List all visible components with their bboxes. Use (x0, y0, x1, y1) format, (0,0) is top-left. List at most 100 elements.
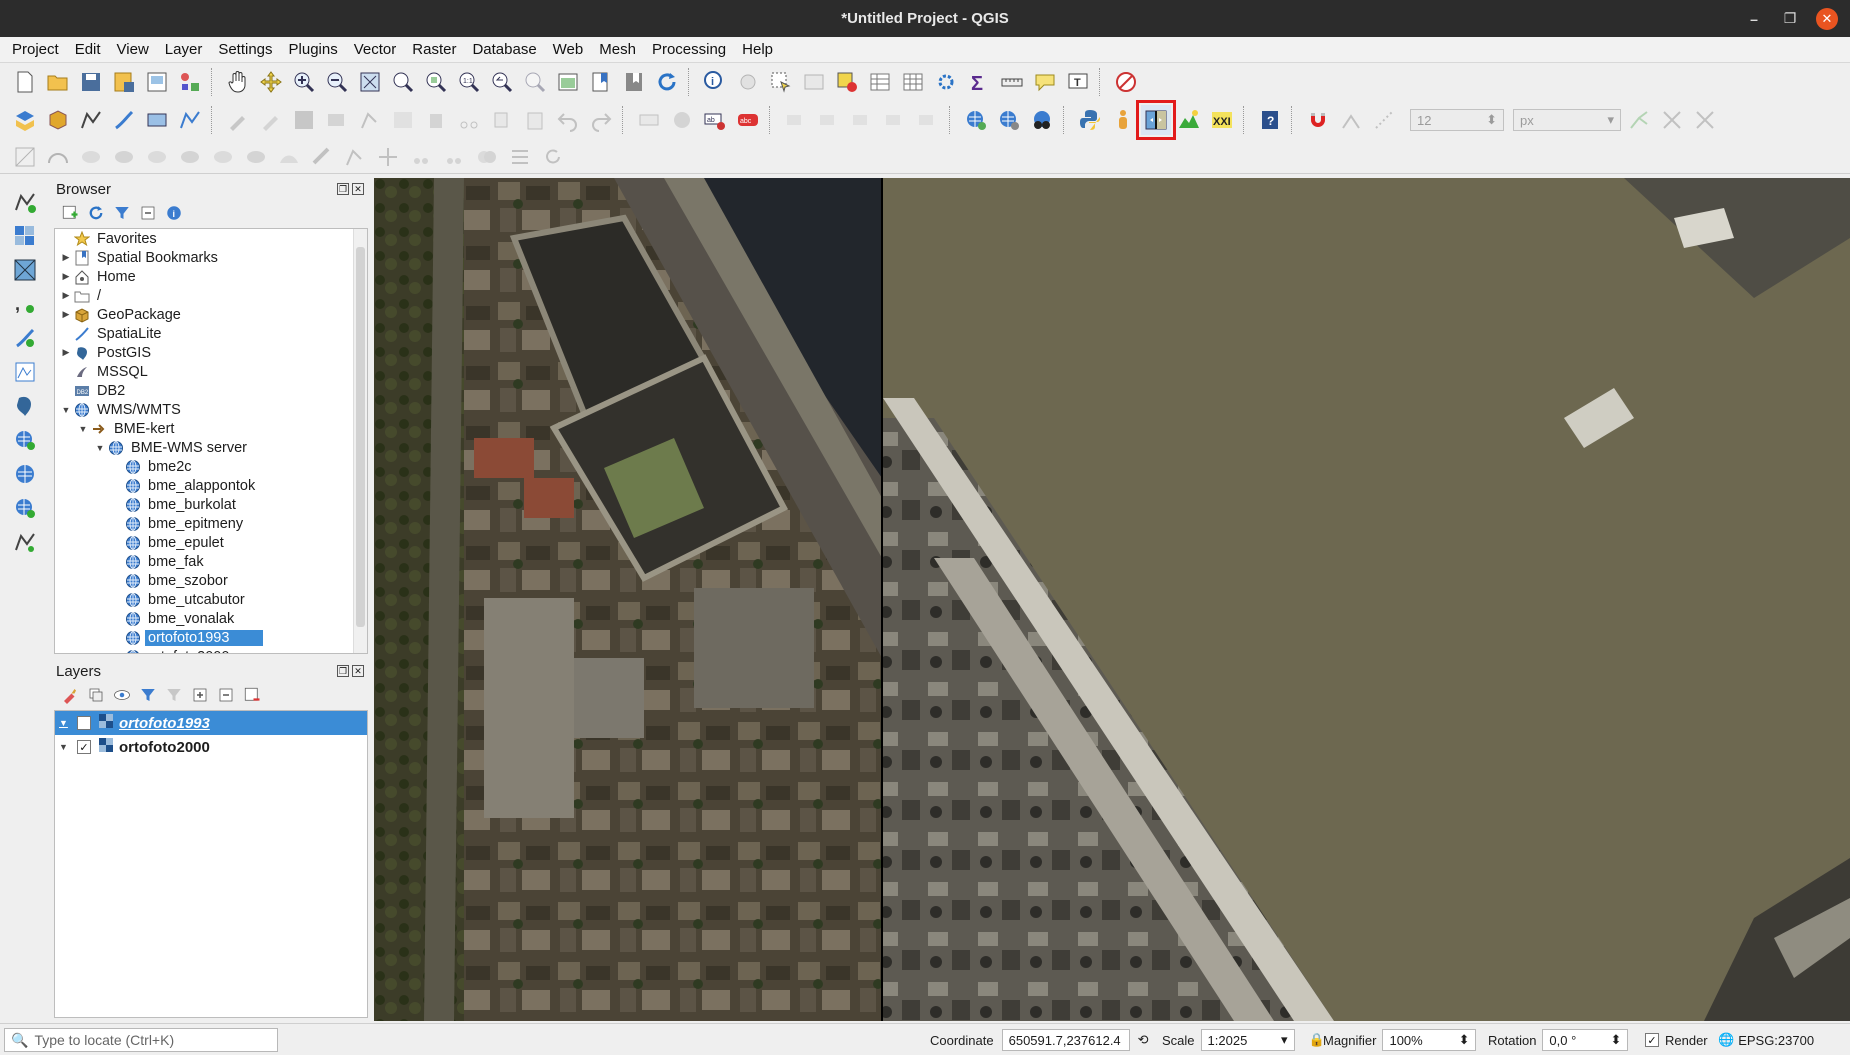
add-raster-layer-icon[interactable] (8, 222, 42, 250)
browser-item[interactable]: MSSQL (55, 362, 367, 381)
zoom-next-icon[interactable] (520, 67, 550, 97)
delete-ring-icon[interactable] (208, 142, 238, 172)
cut-features-icon[interactable] (454, 105, 484, 135)
browser-item[interactable]: bme_szobor (55, 571, 367, 590)
add-postgis-layer-icon[interactable] (8, 392, 42, 420)
show-hide-labels-icon[interactable] (814, 105, 844, 135)
measure-line-icon[interactable] (997, 67, 1027, 97)
diagram-options-icon[interactable] (667, 105, 697, 135)
float-panel-icon[interactable]: ❐ (337, 665, 349, 677)
coordinate-field[interactable]: 650591.7,237612.4 (1001, 1029, 1130, 1051)
rotate-feature-icon[interactable] (340, 142, 370, 172)
expand-arrow-down-icon[interactable]: ▼ (59, 742, 71, 752)
filter-by-expression-icon[interactable] (164, 685, 184, 705)
new-project-icon[interactable] (10, 67, 40, 97)
new-spatialite-layer-icon[interactable] (109, 105, 139, 135)
add-wms-layer-icon[interactable] (961, 105, 991, 135)
manage-map-themes-icon[interactable] (112, 685, 132, 705)
zoom-out-icon[interactable] (322, 67, 352, 97)
crs-label[interactable]: EPSG:23700 (1738, 1033, 1814, 1048)
new-shapefile-layer-icon[interactable] (76, 105, 106, 135)
menu-raster[interactable]: Raster (404, 41, 464, 58)
float-panel-icon[interactable]: ❐ (337, 183, 349, 195)
collapse-all-icon[interactable] (216, 685, 236, 705)
street-view-icon[interactable] (1108, 105, 1138, 135)
menu-settings[interactable]: Settings (210, 41, 280, 58)
magnifier-spinbox[interactable]: 100% ⬍ (1382, 1029, 1477, 1051)
collapse-all-icon[interactable] (138, 203, 158, 223)
rotate-point-symbols-icon[interactable] (538, 142, 568, 172)
deselect-features-icon[interactable] (832, 67, 862, 97)
browser-item[interactable]: bme2c (55, 457, 367, 476)
browser-item[interactable]: ▶ / (55, 286, 367, 305)
menu-view[interactable]: View (109, 41, 157, 58)
expand-arrow-down-icon[interactable]: ▼ (76, 424, 90, 434)
save-as-icon[interactable] (109, 67, 139, 97)
browser-item[interactable]: bme_utcabutor (55, 590, 367, 609)
open-project-icon[interactable] (43, 67, 73, 97)
toggle-editing-icon[interactable] (256, 105, 286, 135)
add-feature-icon[interactable] (322, 105, 352, 135)
modify-attributes-icon[interactable] (388, 105, 418, 135)
field-calculator-icon[interactable] (898, 67, 928, 97)
menu-mesh[interactable]: Mesh (591, 41, 644, 58)
pin-labels-icon[interactable] (781, 105, 811, 135)
new-temp-layer-icon[interactable] (142, 105, 172, 135)
stop-plugin-icon[interactable] (1111, 67, 1141, 97)
locator-search-input[interactable]: 🔍 Type to locate (Ctrl+K) (4, 1028, 278, 1052)
save-edits-icon[interactable] (289, 105, 319, 135)
add-circular-string-icon[interactable] (43, 142, 73, 172)
add-virtual-layer-icon[interactable] (8, 358, 42, 386)
refresh-icon[interactable] (86, 203, 106, 223)
offset-curve-icon[interactable] (274, 142, 304, 172)
add-vector-layer-icon[interactable] (8, 188, 42, 216)
snapping-tolerance-spinbox[interactable]: 12 ⬍ (1410, 109, 1504, 131)
menu-edit[interactable]: Edit (67, 41, 109, 58)
add-part-icon[interactable] (142, 142, 172, 172)
map-canvas[interactable] (374, 178, 1850, 1021)
browser-item[interactable]: ▼ WMS/WMTS (55, 400, 367, 419)
scale-combo[interactable]: 1:2025 ▾ (1200, 1029, 1295, 1051)
expand-arrow-right-icon[interactable]: ▶ (59, 271, 73, 282)
simplify-feature-icon[interactable] (307, 142, 337, 172)
split-parts-icon[interactable] (439, 142, 469, 172)
pan-hand-icon[interactable] (223, 67, 253, 97)
style-manager-icon[interactable] (175, 67, 205, 97)
zoom-native-icon[interactable]: 1:1 (454, 67, 484, 97)
new-virtual-layer-icon[interactable] (175, 105, 205, 135)
merge-features-icon[interactable] (472, 142, 502, 172)
toggle-extents-icon[interactable]: ⟲ (1138, 1032, 1149, 1048)
browser-item[interactable]: SpatiaLite (55, 324, 367, 343)
pan-to-selection-icon[interactable] (256, 67, 286, 97)
menu-layer[interactable]: Layer (157, 41, 211, 58)
select-by-value-icon[interactable] (799, 67, 829, 97)
menu-processing[interactable]: Processing (644, 41, 734, 58)
add-wfs-layer-icon[interactable] (994, 105, 1024, 135)
menu-help[interactable]: Help (734, 41, 781, 58)
split-features-icon[interactable] (406, 142, 436, 172)
filter-legend-icon[interactable] (138, 685, 158, 705)
layer-visibility-checkbox[interactable]: ✓ (77, 740, 91, 754)
crs-globe-icon[interactable]: 🌐 (1718, 1032, 1734, 1048)
identify-features-icon[interactable]: i (700, 67, 730, 97)
topological-editing-icon[interactable] (1624, 105, 1654, 135)
browser-item[interactable]: bme_vonalak (55, 609, 367, 628)
scale-feature-icon[interactable] (373, 142, 403, 172)
advanced-digitizing-icon[interactable] (10, 142, 40, 172)
add-delimited-text-icon[interactable]: , (8, 290, 42, 318)
vertex-tool-icon[interactable] (355, 105, 385, 135)
browser-item[interactable]: ▶ GeoPackage (55, 305, 367, 324)
expand-arrow-right-icon[interactable]: ▶ (59, 252, 73, 263)
snap-vertex-icon[interactable] (1336, 105, 1366, 135)
map-tips-icon[interactable] (1030, 67, 1060, 97)
browser-item[interactable]: ortofoto1993 (55, 628, 367, 647)
layer-item[interactable]: ▼ ortofoto1993 (55, 711, 367, 735)
expand-arrow-down-icon[interactable]: ▼ (93, 443, 107, 453)
new-map-view-icon[interactable] (553, 67, 583, 97)
add-group-icon[interactable] (86, 685, 106, 705)
text-annotation-icon[interactable]: T (1063, 67, 1093, 97)
menu-project[interactable]: Project (4, 41, 67, 58)
browser-item[interactable]: ▶ Spatial Bookmarks (55, 248, 367, 267)
reshape-features-icon[interactable] (109, 142, 139, 172)
minimize-icon[interactable]: – (1744, 11, 1764, 27)
